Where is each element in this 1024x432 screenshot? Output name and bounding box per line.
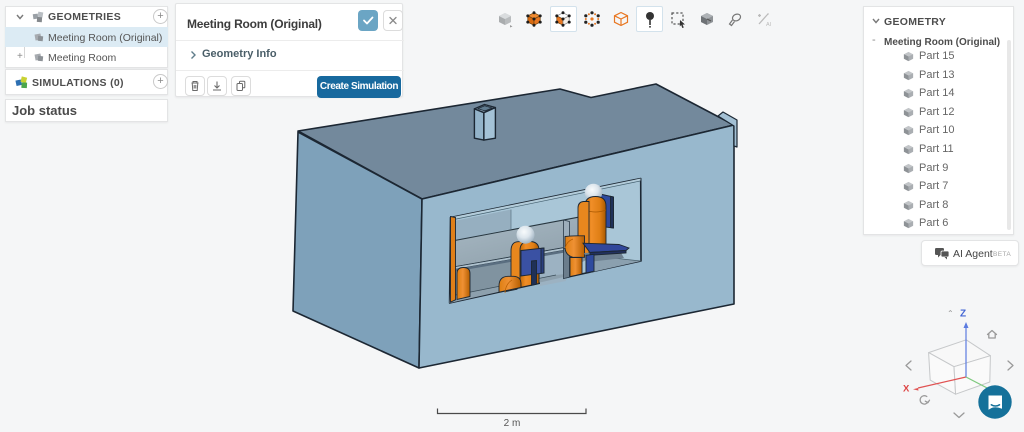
svg-text:⌃: ⌃ xyxy=(947,309,954,318)
svg-text:Z: Z xyxy=(960,309,966,320)
svg-text:AI: AI xyxy=(766,22,772,28)
svg-text:2 m: 2 m xyxy=(504,418,521,429)
svg-text:X: X xyxy=(903,384,910,395)
